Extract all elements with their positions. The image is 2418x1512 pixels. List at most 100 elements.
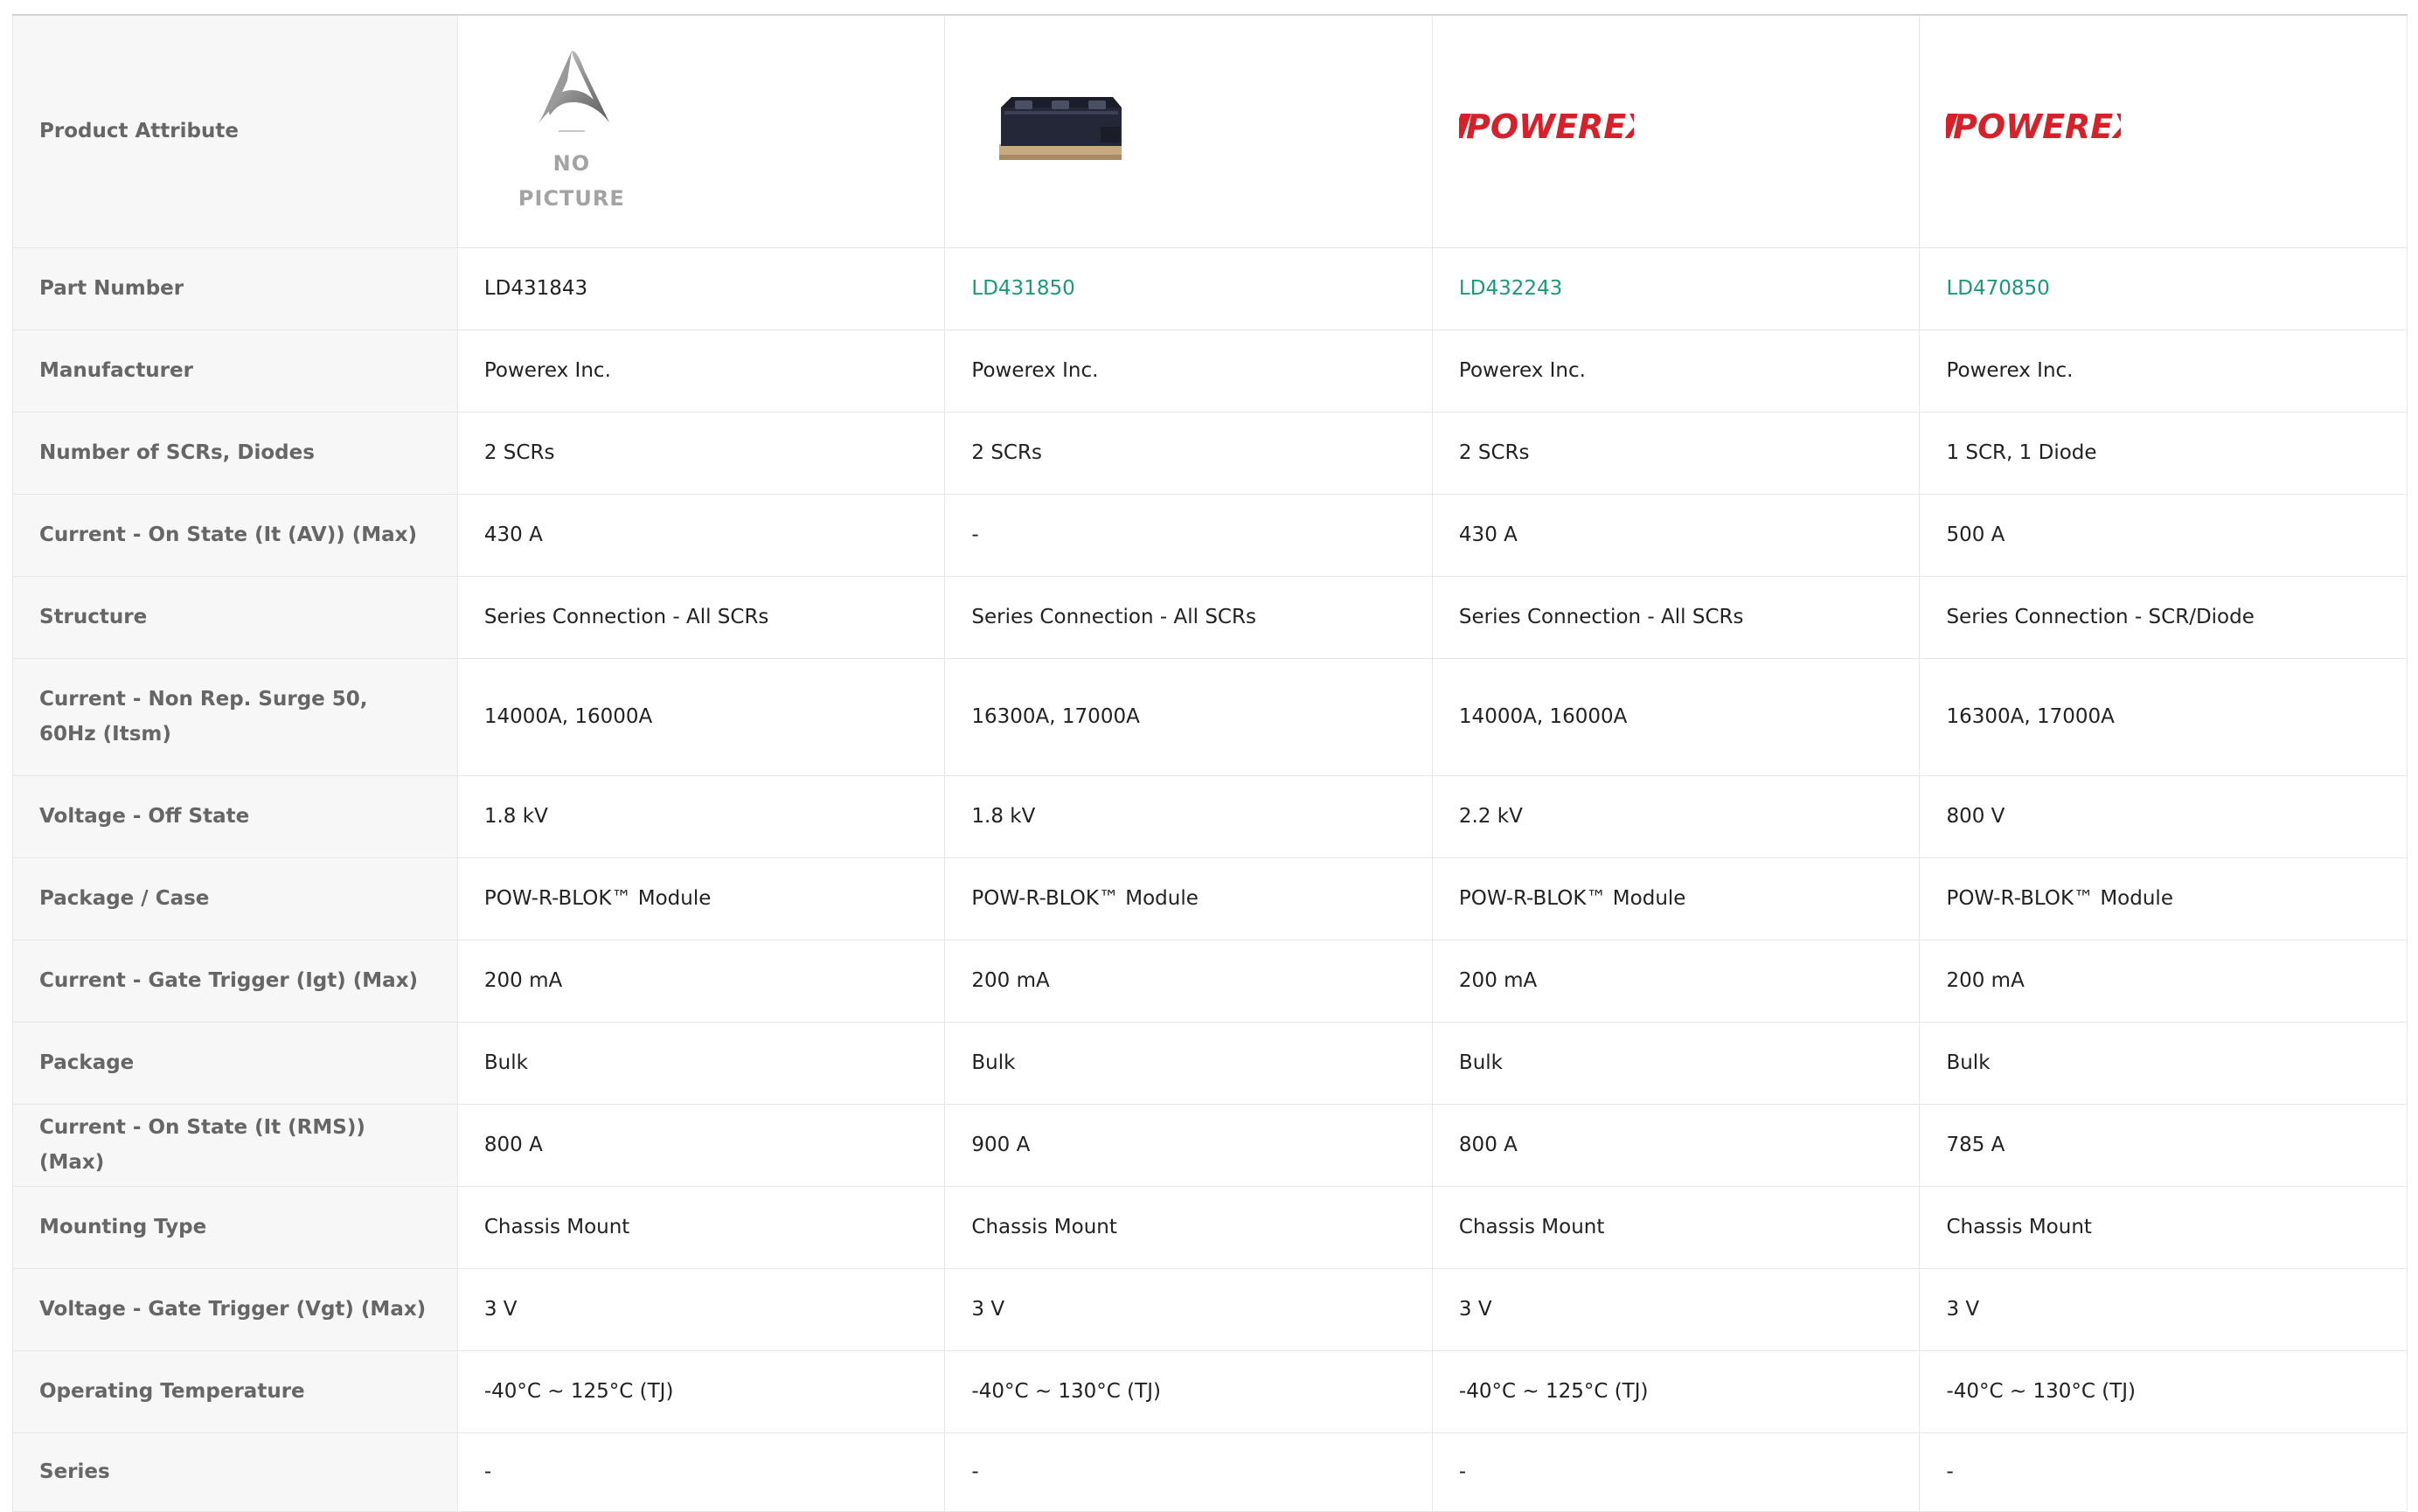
attribute-label: Operating Temperature	[12, 1349, 458, 1433]
product-image-cell: POWEREX	[1431, 14, 1921, 248]
attribute-value: Series Connection - All SCRs	[1431, 575, 1921, 659]
attribute-value: -	[944, 493, 1433, 577]
attribute-label: Mounting Type	[12, 1185, 458, 1269]
product-image-cell: NO PICTURE	[456, 14, 946, 248]
attribute-label: Current - On State (It (RMS)) (Max)	[12, 1103, 458, 1187]
attribute-value: Series Connection - SCR/Diode	[1919, 575, 2408, 659]
attribute-value: Bulk	[1919, 1021, 2408, 1105]
attribute-value: 200 mA	[1431, 939, 1921, 1023]
attribute-value: 1 SCR, 1 Diode	[1919, 411, 2408, 495]
attribute-value: 900 A	[944, 1103, 1433, 1187]
attribute-value: 200 mA	[456, 939, 946, 1023]
attribute-row: Operating Temperature -40°C ~ 125°C (TJ)…	[12, 1349, 2408, 1433]
powerex-logo-text: POWEREX	[1953, 108, 2121, 145]
pow-r-blok-module-image[interactable]	[996, 88, 1127, 175]
attribute-value: Chassis Mount	[456, 1185, 946, 1269]
attribute-value: POW-R-BLOK™ Module	[456, 857, 946, 940]
no-picture-text: NO PICTURE	[518, 151, 625, 212]
attribute-value: 785 A	[1919, 1103, 2408, 1187]
part-number-cell: LD431850	[944, 246, 1433, 330]
attribute-value: 2 SCRs	[456, 411, 946, 495]
attribute-value: POW-R-BLOK™ Module	[1919, 857, 2408, 940]
attribute-label: Series	[12, 1432, 458, 1512]
powerex-logo-text: POWEREX	[1466, 108, 1634, 145]
attribute-value: POW-R-BLOK™ Module	[1431, 857, 1921, 940]
attribute-label: Part Number	[12, 246, 458, 330]
part-number-cell: LD470850	[1919, 246, 2408, 330]
attribute-label: Structure	[12, 575, 458, 659]
comparison-table-container: Product Attribute NO PICTURE POWEREX POW…	[12, 14, 2408, 1512]
attribute-row: Voltage - Gate Trigger (Vgt) (Max) 3 V 3…	[12, 1267, 2408, 1351]
part-number-cell: LD432243	[1431, 246, 1921, 330]
powerex-brand-logo[interactable]: POWEREX	[1939, 107, 2141, 156]
attribute-value: -40°C ~ 125°C (TJ)	[1431, 1349, 1921, 1433]
attribute-value: -40°C ~ 130°C (TJ)	[1919, 1349, 2408, 1433]
attribute-value: 3 V	[1919, 1267, 2408, 1351]
attribute-value: 3 V	[1431, 1267, 1921, 1351]
attribute-value: Powerex Inc.	[944, 329, 1433, 413]
attribute-label: Current - On State (It (AV)) (Max)	[12, 493, 458, 577]
attribute-value: 2.2 kV	[1431, 774, 1921, 858]
product-attribute-header: Product Attribute	[12, 14, 458, 248]
attribute-row: Series - - - -	[12, 1432, 2408, 1512]
attribute-value: Powerex Inc.	[456, 329, 946, 413]
attribute-value: 16300A, 17000A	[1919, 657, 2408, 776]
attribute-value: 16300A, 17000A	[944, 657, 1433, 776]
attribute-value: POW-R-BLOK™ Module	[944, 857, 1433, 940]
attribute-value: 200 mA	[1919, 939, 2408, 1023]
attribute-value: 14000A, 16000A	[1431, 657, 1921, 776]
attribute-value: Powerex Inc.	[1431, 329, 1921, 413]
attribute-value: 14000A, 16000A	[456, 657, 946, 776]
part-number-link[interactable]: LD432243	[1459, 277, 1562, 300]
attribute-value: -	[456, 1432, 946, 1512]
attribute-value: -	[944, 1432, 1433, 1512]
attribute-row: Structure Series Connection - All SCRs S…	[12, 575, 2408, 659]
placeholder-logo-icon	[533, 51, 609, 133]
attribute-row: Voltage - Off State 1.8 kV 1.8 kV 2.2 kV…	[12, 774, 2408, 858]
attribute-label: Package	[12, 1021, 458, 1105]
attribute-label: Current - Non Rep. Surge 50, 60Hz (Itsm)	[12, 657, 458, 776]
part-number-link[interactable]: LD470850	[1946, 277, 2049, 300]
product-image-cell	[944, 14, 1433, 248]
attribute-label: Package / Case	[12, 857, 458, 940]
attribute-value: 500 A	[1919, 493, 2408, 577]
part-number-link[interactable]: LD431850	[971, 277, 1074, 300]
attribute-value: 430 A	[456, 493, 946, 577]
attribute-value: 800 V	[1919, 774, 2408, 858]
attribute-value: 3 V	[456, 1267, 946, 1351]
attribute-value: -40°C ~ 125°C (TJ)	[456, 1349, 946, 1433]
attribute-row: Manufacturer Powerex Inc. Powerex Inc. P…	[12, 329, 2408, 413]
attribute-row: Current - On State (It (AV)) (Max) 430 A…	[12, 493, 2408, 577]
attribute-value: -	[1919, 1432, 2408, 1512]
attribute-row: Package Bulk Bulk Bulk Bulk	[12, 1021, 2408, 1105]
attribute-label: Voltage - Gate Trigger (Vgt) (Max)	[12, 1267, 458, 1351]
attribute-value: Powerex Inc.	[1919, 329, 2408, 413]
attribute-value: Bulk	[944, 1021, 1433, 1105]
attribute-row: Mounting Type Chassis Mount Chassis Moun…	[12, 1185, 2408, 1269]
part-number-row: Part Number LD431843 LD431850 LD432243 L…	[12, 246, 2408, 330]
attribute-label: Number of SCRs, Diodes	[12, 411, 458, 495]
attribute-value: Series Connection - All SCRs	[944, 575, 1433, 659]
attribute-value: Bulk	[456, 1021, 946, 1105]
attribute-value: 2 SCRs	[1431, 411, 1921, 495]
product-image-row: Product Attribute NO PICTURE POWEREX POW…	[12, 14, 2408, 248]
attribute-value: 430 A	[1431, 493, 1921, 577]
attribute-row: Current - Gate Trigger (Igt) (Max) 200 m…	[12, 939, 2408, 1023]
attribute-value: 800 A	[456, 1103, 946, 1187]
product-comparison-table: Product Attribute NO PICTURE POWEREX POW…	[12, 14, 2408, 1512]
part-number-cell: LD431843	[456, 246, 946, 330]
attribute-value: -40°C ~ 130°C (TJ)	[944, 1349, 1433, 1433]
attribute-value: 3 V	[944, 1267, 1433, 1351]
attribute-row: Package / Case POW-R-BLOK™ Module POW-R-…	[12, 857, 2408, 940]
product-image-cell: POWEREX	[1919, 14, 2408, 248]
attribute-value: Chassis Mount	[944, 1185, 1433, 1269]
attribute-value: 200 mA	[944, 939, 1433, 1023]
attribute-row: Number of SCRs, Diodes 2 SCRs 2 SCRs 2 S…	[12, 411, 2408, 495]
attribute-value: -	[1431, 1432, 1921, 1512]
attribute-row: Current - Non Rep. Surge 50, 60Hz (Itsm)…	[12, 657, 2408, 776]
powerex-brand-logo[interactable]: POWEREX	[1451, 107, 1653, 156]
attribute-label: Voltage - Off State	[12, 774, 458, 858]
attribute-value: 2 SCRs	[944, 411, 1433, 495]
attribute-value: 1.8 kV	[456, 774, 946, 858]
no-picture-placeholder: NO PICTURE	[502, 45, 642, 216]
